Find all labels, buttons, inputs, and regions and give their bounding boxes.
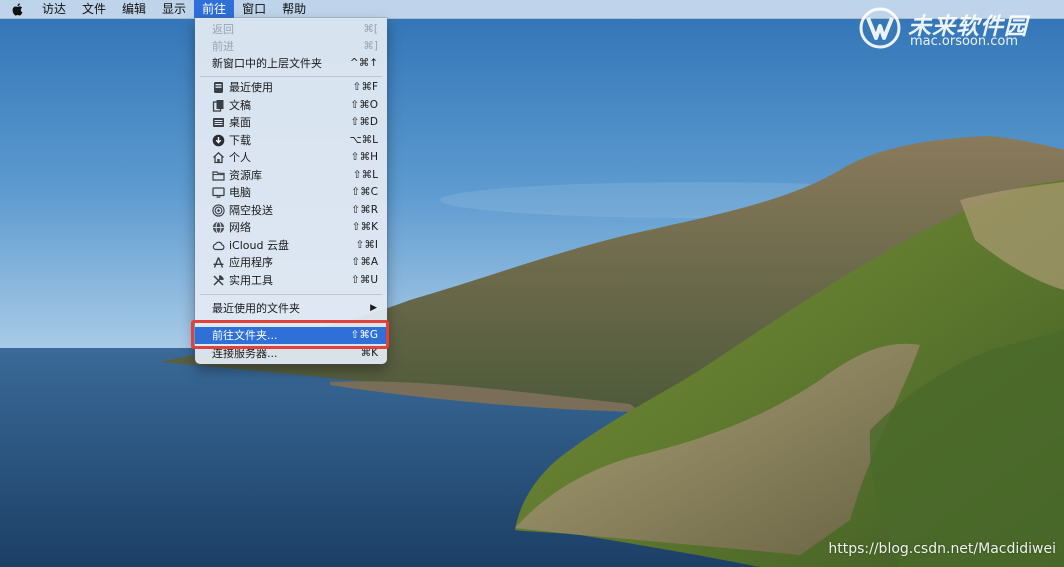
shortcut: ⇧⌘R	[351, 203, 378, 216]
menu-item-enclosing-folder-new-window[interactable]: 新窗口中的上层文件夹 ^⌘↑	[195, 55, 387, 72]
menu-item-label: 新窗口中的上层文件夹	[212, 57, 322, 70]
desktop-icon	[213, 118, 224, 127]
menu-window[interactable]: 窗口	[234, 0, 274, 18]
shortcut: ⇧⌘F	[352, 81, 378, 93]
desktop-wallpaper	[0, 0, 1064, 567]
menu-item-label: 返回	[212, 23, 234, 36]
menu-item-airdrop[interactable]: 隔空投送 ⇧⌘R	[195, 202, 387, 219]
menu-item-label: 个人	[229, 151, 251, 164]
downloads-icon	[212, 134, 225, 146]
menu-item-label: 资源库	[229, 168, 262, 182]
menu-item-label: 电脑	[229, 186, 251, 199]
airdrop-icon	[212, 203, 225, 217]
network-icon	[212, 221, 225, 234]
menu-separator	[200, 294, 382, 295]
menu-item-label: iCloud 云盘	[229, 238, 289, 252]
computer-icon	[212, 187, 225, 198]
shortcut: ⇧⌘C	[351, 186, 378, 198]
menu-view[interactable]: 显示	[154, 0, 194, 18]
icloud-icon	[212, 241, 225, 250]
menu-separator	[200, 76, 382, 77]
utilities-icon	[213, 274, 225, 286]
menu-item-desktop[interactable]: 桌面 ⇧⌘D	[195, 114, 387, 131]
shortcut: ⇧⌘L	[352, 168, 378, 181]
shortcut: ⇧⌘H	[350, 151, 378, 163]
shortcut: ⇧⌘A	[351, 256, 378, 268]
menu-item-recents[interactable]: 最近使用 ⇧⌘F	[195, 79, 387, 96]
menu-item-label: 实用工具	[229, 273, 273, 287]
shortcut: ⇧⌘U	[351, 273, 378, 286]
menu-item-documents[interactable]: 文稿 ⇧⌘O	[195, 97, 387, 114]
menu-item-label: 桌面	[229, 116, 251, 129]
menu-item-label: 隔空投送	[229, 203, 273, 217]
go-menu-dropdown: 返回 ⌘[ 前进 ⌘] 新窗口中的上层文件夹 ^⌘↑ 最近使用 ⇧⌘F 文稿 ⇧…	[195, 18, 387, 364]
folder-icon	[212, 170, 225, 181]
menu-file[interactable]: 文件	[74, 0, 114, 18]
shortcut: ⌘]	[363, 40, 378, 52]
menu-item-computer[interactable]: 电脑 ⇧⌘C	[195, 184, 387, 201]
menu-help[interactable]: 帮助	[274, 0, 314, 18]
shortcut: ⌥⌘L	[349, 133, 378, 146]
desktop: 访达 文件 编辑 显示 前往 窗口 帮助 返回 ⌘[ 前进 ⌘] 新窗口中的上层…	[0, 0, 1064, 567]
apple-logo-icon[interactable]	[0, 0, 34, 18]
site-logo: 未来软件园 mac.orsoon.com	[858, 4, 1054, 52]
menu-item-downloads[interactable]: 下载 ⌥⌘L	[195, 132, 387, 149]
menu-item-library[interactable]: 资源库 ⇧⌘L	[195, 167, 387, 184]
menu-item-label: 最近使用	[229, 81, 273, 94]
menu-item-label: 前进	[212, 40, 234, 53]
menu-item-utilities[interactable]: 实用工具 ⇧⌘U	[195, 272, 387, 289]
menu-item-back[interactable]: 返回 ⌘[	[195, 21, 387, 38]
menu-item-label: 最近使用的文件夹	[212, 302, 300, 315]
shortcut: ⌘[	[363, 23, 378, 35]
logo-url-text: mac.orsoon.com	[910, 34, 1019, 49]
annotation-highlight-box	[191, 320, 389, 349]
shortcut: ⇧⌘K	[351, 221, 378, 233]
home-icon	[213, 151, 224, 164]
shortcut: ⇧⌘D	[350, 116, 378, 128]
shortcut: ⇧⌘O	[350, 98, 378, 111]
menu-item-label: 下载	[229, 133, 251, 147]
menu-item-icloud-drive[interactable]: iCloud 云盘 ⇧⌘I	[195, 237, 387, 254]
menu-item-label: 网络	[229, 221, 251, 234]
shortcut: ^⌘↑	[349, 57, 378, 69]
menu-finder[interactable]: 访达	[34, 0, 74, 18]
menu-item-label: 应用程序	[229, 256, 273, 269]
menu-item-label: 文稿	[229, 98, 251, 112]
menu-item-applications[interactable]: 应用程序 ⇧⌘A	[195, 254, 387, 271]
logo-emblem-icon	[859, 7, 901, 49]
menu-item-forward[interactable]: 前进 ⌘]	[195, 38, 387, 55]
menu-edit[interactable]: 编辑	[114, 0, 154, 18]
source-credit: https://blog.csdn.net/Macdidiwei	[828, 541, 1056, 557]
menu-item-home[interactable]: 个人 ⇧⌘H	[195, 149, 387, 166]
applications-icon	[213, 257, 224, 268]
menu-item-recent-folders[interactable]: 最近使用的文件夹 ▶	[195, 300, 387, 317]
documents-icon	[212, 99, 224, 112]
submenu-arrow-icon: ▶	[370, 303, 377, 313]
menu-item-network[interactable]: 网络 ⇧⌘K	[195, 219, 387, 236]
recents-icon	[214, 82, 223, 93]
shortcut: ⇧⌘I	[355, 238, 378, 251]
menu-go[interactable]: 前往	[194, 0, 235, 18]
